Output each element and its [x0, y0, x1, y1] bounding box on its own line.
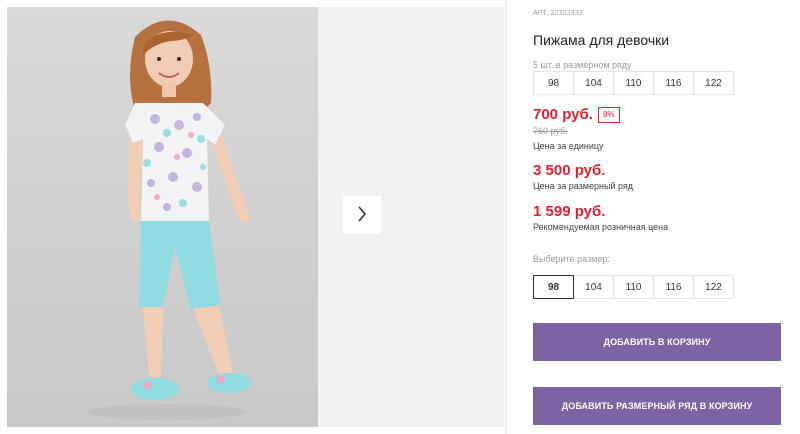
- size-option-110[interactable]: 110: [613, 275, 654, 299]
- product-title: Пижама для девочки: [533, 32, 670, 48]
- pack-size-cell: 122: [693, 71, 734, 95]
- add-pack-to-cart-button[interactable]: ДОБАВИТЬ РАЗМЕРНЫЙ РЯД В КОРЗИНУ: [533, 387, 781, 425]
- size-option-116[interactable]: 116: [653, 275, 694, 299]
- unit-price-value: 700 руб.: [533, 106, 593, 123]
- product-sku: АРТ. 32322332: [533, 10, 583, 17]
- gallery-divider: [505, 0, 506, 434]
- unit-price: 700 руб. 8%: [533, 106, 620, 123]
- rrp-caption: Рекомендуемая розничная цена: [533, 222, 669, 232]
- size-option-104[interactable]: 104: [573, 275, 614, 299]
- pack-price-caption: Цена за размерный ряд: [533, 181, 634, 191]
- choose-size-label: Выберите размер:: [533, 254, 610, 264]
- unit-price-caption: Цена за единицу: [533, 141, 604, 151]
- size-selector: 98 104 110 116 122: [533, 275, 734, 299]
- product-photo: [7, 7, 318, 427]
- product-page: АРТ. 32322332 Пижама для девочки 5 шт. в …: [0, 0, 800, 434]
- pack-price: 3 500 руб.: [533, 162, 606, 179]
- pack-size-cell: 104: [573, 71, 614, 95]
- size-option-122[interactable]: 122: [693, 275, 734, 299]
- product-gallery: [0, 0, 506, 434]
- sku-label: АРТ.: [533, 10, 549, 17]
- next-photo-button[interactable]: [343, 196, 381, 234]
- size-option-98[interactable]: 98: [533, 275, 574, 299]
- pack-size-cell: 116: [653, 71, 694, 95]
- pack-size-list: 98 104 110 116 122: [533, 71, 734, 95]
- product-details: АРТ. 32322332 Пижама для девочки 5 шт. в …: [533, 0, 793, 434]
- add-to-cart-button[interactable]: ДОБАВИТЬ В КОРЗИНУ: [533, 323, 781, 361]
- girl-in-pajamas-illustration: [87, 20, 251, 420]
- old-price: 760 руб.: [533, 126, 568, 136]
- pack-size-cell: 98: [533, 71, 574, 95]
- pack-note: 5 шт. в размерном ряду: [533, 60, 632, 70]
- pack-size-cell: 110: [613, 71, 654, 95]
- rrp-price: 1 599 руб.: [533, 203, 606, 220]
- sku-value: 32322332: [550, 10, 584, 17]
- discount-badge: 8%: [597, 106, 620, 123]
- chevron-right-icon: [357, 205, 367, 225]
